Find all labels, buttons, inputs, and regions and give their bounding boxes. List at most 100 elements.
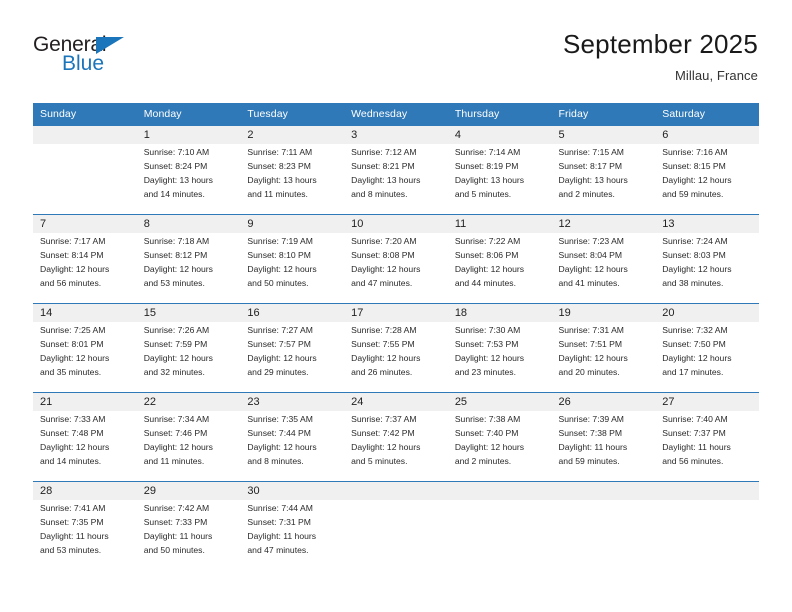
day-cell[interactable]: Sunrise: 7:37 AM Sunset: 7:42 PM Dayligh… bbox=[344, 411, 448, 482]
daylight-label-line1: Daylight: 12 hours bbox=[558, 352, 628, 363]
sunset-label: Sunset: 7:46 PM bbox=[143, 427, 208, 438]
day-cell[interactable]: Sunrise: 7:15 AM Sunset: 8:17 PM Dayligh… bbox=[551, 144, 656, 215]
sunset-label: Sunset: 8:14 PM bbox=[40, 249, 104, 260]
day-cell[interactable]: Sunrise: 7:23 AM Sunset: 8:04 PM Dayligh… bbox=[551, 233, 656, 304]
day-cell-empty bbox=[551, 500, 656, 570]
day-number[interactable]: 8 bbox=[136, 214, 241, 233]
daylight-label-line2: and 32 minutes. bbox=[143, 366, 205, 377]
day-cell[interactable]: Sunrise: 7:33 AM Sunset: 7:48 PM Dayligh… bbox=[33, 411, 137, 482]
day-number[interactable]: 7 bbox=[33, 214, 137, 233]
daylight-label-line2: and 59 minutes. bbox=[558, 455, 620, 466]
sunrise-label: Sunrise: 7:25 AM bbox=[40, 325, 106, 335]
sunrise-label: Sunrise: 7:24 AM bbox=[662, 236, 728, 246]
day-number[interactable]: 27 bbox=[655, 392, 759, 411]
daylight-label-line1: Daylight: 11 hours bbox=[143, 530, 213, 541]
sunset-label: Sunset: 8:24 PM bbox=[143, 160, 208, 171]
day-number[interactable]: 6 bbox=[655, 125, 759, 144]
day-cell[interactable]: Sunrise: 7:32 AM Sunset: 7:50 PM Dayligh… bbox=[655, 322, 759, 393]
sunrise-label: Sunrise: 7:27 AM bbox=[247, 325, 313, 335]
day-number[interactable]: 1 bbox=[136, 125, 241, 144]
week-row-details: Sunrise: 7:17 AM Sunset: 8:14 PM Dayligh… bbox=[33, 233, 759, 304]
daylight-label-line1: Daylight: 12 hours bbox=[662, 174, 732, 185]
day-cell[interactable]: Sunrise: 7:34 AM Sunset: 7:46 PM Dayligh… bbox=[136, 411, 241, 482]
day-cell[interactable]: Sunrise: 7:18 AM Sunset: 8:12 PM Dayligh… bbox=[136, 233, 241, 304]
brand-logo[interactable]: General Blue bbox=[33, 34, 183, 86]
day-cell[interactable]: Sunrise: 7:16 AM Sunset: 8:15 PM Dayligh… bbox=[655, 144, 759, 215]
daylight-label-line2: and 59 minutes. bbox=[662, 188, 724, 199]
day-number[interactable]: 5 bbox=[551, 125, 656, 144]
day-cell[interactable]: Sunrise: 7:20 AM Sunset: 8:08 PM Dayligh… bbox=[344, 233, 448, 304]
sunset-label: Sunset: 8:04 PM bbox=[558, 249, 623, 260]
day-number[interactable]: 24 bbox=[344, 392, 448, 411]
daylight-label-line2: and 41 minutes. bbox=[558, 277, 620, 288]
daylight-label-line1: Daylight: 12 hours bbox=[247, 441, 317, 452]
day-number[interactable]: 16 bbox=[240, 303, 345, 322]
day-cell[interactable]: Sunrise: 7:10 AM Sunset: 8:24 PM Dayligh… bbox=[136, 144, 241, 215]
day-number[interactable]: 30 bbox=[240, 481, 345, 500]
day-number[interactable]: 26 bbox=[551, 392, 656, 411]
day-cell[interactable]: Sunrise: 7:12 AM Sunset: 8:21 PM Dayligh… bbox=[344, 144, 448, 215]
day-number[interactable]: 9 bbox=[240, 214, 345, 233]
day-number[interactable]: 21 bbox=[33, 392, 137, 411]
sunrise-label: Sunrise: 7:33 AM bbox=[40, 414, 106, 424]
day-cell[interactable]: Sunrise: 7:42 AM Sunset: 7:33 PM Dayligh… bbox=[136, 500, 241, 570]
day-cell-empty bbox=[655, 500, 759, 570]
day-cell[interactable]: Sunrise: 7:19 AM Sunset: 8:10 PM Dayligh… bbox=[240, 233, 345, 304]
daylight-label-line2: and 50 minutes. bbox=[143, 544, 205, 555]
sunset-label: Sunset: 7:38 PM bbox=[558, 427, 623, 438]
day-number[interactable]: 17 bbox=[344, 303, 448, 322]
day-number[interactable]: 4 bbox=[447, 125, 552, 144]
day-number[interactable]: 12 bbox=[551, 214, 656, 233]
day-number[interactable]: 23 bbox=[240, 392, 345, 411]
sunrise-label: Sunrise: 7:42 AM bbox=[143, 503, 210, 513]
sunrise-label: Sunrise: 7:38 AM bbox=[454, 414, 521, 424]
day-cell[interactable]: Sunrise: 7:35 AM Sunset: 7:44 PM Dayligh… bbox=[240, 411, 345, 482]
day-number[interactable]: 22 bbox=[136, 392, 241, 411]
daylight-label-line1: Daylight: 12 hours bbox=[40, 263, 110, 274]
day-number[interactable]: 15 bbox=[136, 303, 241, 322]
day-cell[interactable]: Sunrise: 7:24 AM Sunset: 8:03 PM Dayligh… bbox=[655, 233, 759, 304]
daylight-label-line1: Daylight: 12 hours bbox=[662, 263, 732, 274]
sunset-label: Sunset: 8:10 PM bbox=[247, 249, 311, 260]
day-cell[interactable]: Sunrise: 7:40 AM Sunset: 7:37 PM Dayligh… bbox=[655, 411, 759, 482]
day-cell[interactable]: Sunrise: 7:17 AM Sunset: 8:14 PM Dayligh… bbox=[33, 233, 137, 304]
daylight-label-line2: and 50 minutes. bbox=[247, 277, 309, 288]
day-number[interactable]: 25 bbox=[447, 392, 552, 411]
day-cell-empty bbox=[33, 144, 137, 215]
calendar-header-row: Sunday Monday Tuesday Wednesday Thursday… bbox=[33, 103, 759, 126]
day-cell[interactable]: Sunrise: 7:31 AM Sunset: 7:51 PM Dayligh… bbox=[551, 322, 656, 393]
day-number[interactable]: 14 bbox=[33, 303, 137, 322]
sunset-label: Sunset: 7:44 PM bbox=[247, 427, 311, 438]
daylight-label-line2: and 56 minutes. bbox=[662, 455, 724, 466]
day-number[interactable]: 18 bbox=[447, 303, 552, 322]
location-label: Millau, France bbox=[674, 67, 758, 83]
day-number[interactable]: 10 bbox=[344, 214, 448, 233]
day-cell[interactable]: Sunrise: 7:39 AM Sunset: 7:38 PM Dayligh… bbox=[551, 411, 656, 482]
day-cell[interactable]: Sunrise: 7:25 AM Sunset: 8:01 PM Dayligh… bbox=[33, 322, 137, 393]
day-number[interactable]: 2 bbox=[240, 125, 345, 144]
day-cell[interactable]: Sunrise: 7:26 AM Sunset: 7:59 PM Dayligh… bbox=[136, 322, 241, 393]
day-cell[interactable]: Sunrise: 7:38 AM Sunset: 7:40 PM Dayligh… bbox=[447, 411, 552, 482]
daylight-label-line2: and 47 minutes. bbox=[351, 277, 413, 288]
day-number[interactable]: 13 bbox=[655, 214, 759, 233]
day-cell[interactable]: Sunrise: 7:27 AM Sunset: 7:57 PM Dayligh… bbox=[240, 322, 345, 393]
day-cell[interactable]: Sunrise: 7:11 AM Sunset: 8:23 PM Dayligh… bbox=[240, 144, 345, 215]
day-cell[interactable]: Sunrise: 7:44 AM Sunset: 7:31 PM Dayligh… bbox=[240, 500, 345, 570]
day-number[interactable]: 20 bbox=[655, 303, 759, 322]
daylight-label-line1: Daylight: 13 hours bbox=[143, 174, 213, 185]
day-number[interactable]: 29 bbox=[136, 481, 241, 500]
day-number[interactable]: 11 bbox=[447, 214, 552, 233]
day-cell[interactable]: Sunrise: 7:14 AM Sunset: 8:19 PM Dayligh… bbox=[447, 144, 552, 215]
daylight-label-line1: Daylight: 12 hours bbox=[454, 352, 525, 363]
calendar-page: General Blue September 2025 Millau, Fran… bbox=[0, 0, 792, 612]
daylight-label-line2: and 38 minutes. bbox=[662, 277, 724, 288]
day-number[interactable]: 19 bbox=[551, 303, 656, 322]
day-number[interactable]: 3 bbox=[344, 125, 448, 144]
sunrise-label: Sunrise: 7:17 AM bbox=[40, 236, 106, 246]
sunrise-label: Sunrise: 7:35 AM bbox=[247, 414, 313, 424]
day-cell[interactable]: Sunrise: 7:28 AM Sunset: 7:55 PM Dayligh… bbox=[344, 322, 448, 393]
day-cell[interactable]: Sunrise: 7:22 AM Sunset: 8:06 PM Dayligh… bbox=[447, 233, 552, 304]
day-cell[interactable]: Sunrise: 7:41 AM Sunset: 7:35 PM Dayligh… bbox=[33, 500, 137, 570]
day-cell[interactable]: Sunrise: 7:30 AM Sunset: 7:53 PM Dayligh… bbox=[447, 322, 552, 393]
day-number[interactable]: 28 bbox=[33, 481, 137, 500]
